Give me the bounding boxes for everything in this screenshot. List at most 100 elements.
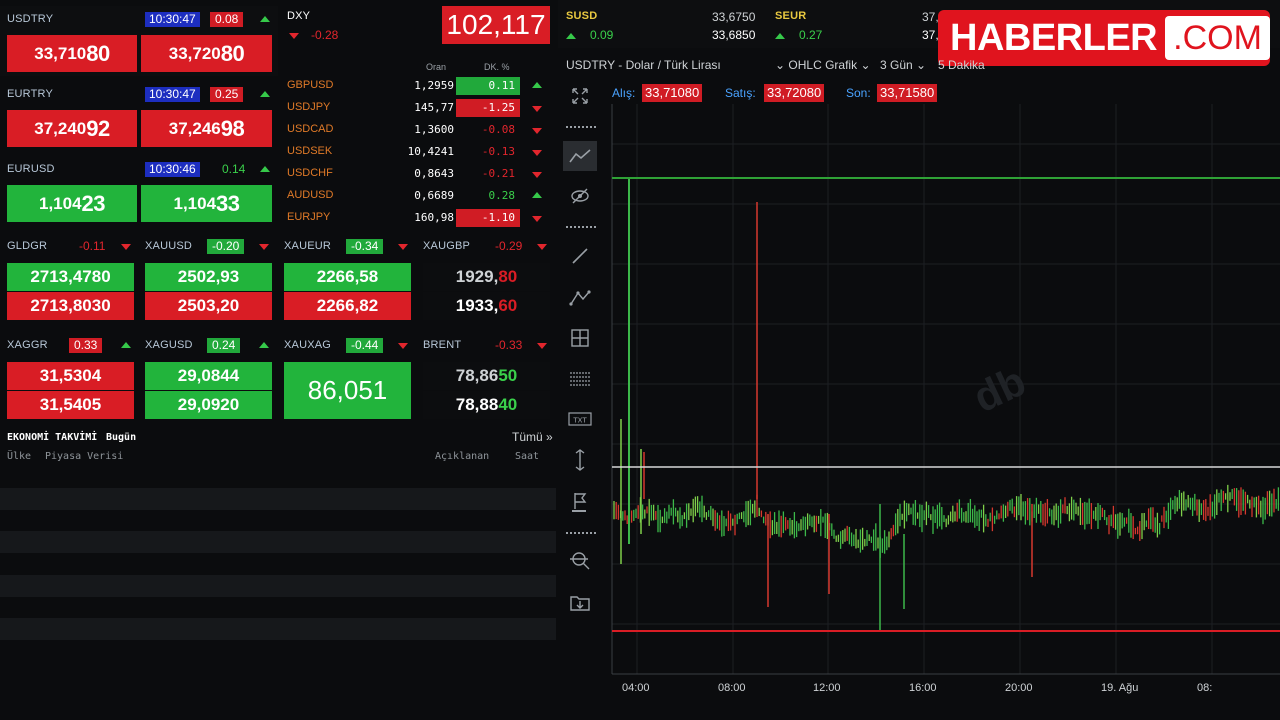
fx-pair-rate: 1,2959: [414, 79, 454, 92]
up-arrow-icon: [532, 192, 542, 198]
chevron-down-icon: ⌄: [860, 58, 871, 72]
metal-bid[interactable]: 2713,4780: [7, 263, 134, 291]
trend-line-icon[interactable]: [563, 141, 597, 171]
metal-bid-main: 1929,: [455, 267, 499, 286]
calendar-row[interactable]: [0, 488, 556, 510]
metal-bid[interactable]: 2502,93: [145, 263, 272, 291]
fx-pair-row[interactable]: USDJPY 145,77 -1.25: [282, 98, 552, 118]
susd-symbol[interactable]: SUSD: [566, 10, 597, 22]
calendar-col-time: Saat: [515, 451, 540, 462]
metal-ask[interactable]: 2266,82: [284, 292, 411, 320]
quote-satis-value: 33,72080: [764, 84, 825, 102]
dxy-symbol[interactable]: DXY: [287, 10, 310, 22]
dxy-change: -0.28: [311, 28, 339, 42]
metal-ask[interactable]: 2713,8030: [7, 292, 134, 320]
eurtry-ask[interactable]: 37,246 98: [141, 110, 272, 147]
x-tick-label: 08:00: [718, 682, 746, 694]
eurtry-bid[interactable]: 37,240 92: [7, 110, 137, 147]
calendar-row[interactable]: [0, 575, 556, 597]
eurtry-symbol[interactable]: EURTRY: [7, 88, 53, 100]
usdtry-chart[interactable]: db: [600, 104, 1280, 720]
metal-symbol[interactable]: XAUUSD: [145, 240, 192, 252]
metal-bid[interactable]: 78,86 50: [423, 362, 550, 390]
eurusd-ask-main: 1,104: [173, 193, 217, 213]
eurtry-ask-tail: 98: [220, 115, 245, 141]
metal-ask[interactable]: 2503,20: [145, 292, 272, 320]
usdtry-bid[interactable]: 33,710 80: [7, 35, 137, 72]
eurusd-ask[interactable]: 1,104 33: [141, 185, 272, 222]
quote-son-label: Son:: [846, 86, 871, 100]
brand-logo: HABERLER .COM: [938, 10, 1270, 66]
seur-ask: 37,: [922, 28, 939, 42]
down-arrow-icon: [532, 216, 542, 222]
fx-pair-name: USDCAD: [287, 123, 334, 135]
eurusd-bid[interactable]: 1,104 23: [7, 185, 137, 222]
text-tool-icon[interactable]: TXT: [566, 408, 594, 432]
fx-pair-row[interactable]: GBPUSD 1,2959 0.11: [282, 76, 552, 96]
toolbar-separator: [566, 226, 596, 228]
metal-bid-main: 78,86: [455, 366, 499, 385]
usdtry-symbol[interactable]: USDTRY: [7, 13, 53, 25]
metal-symbol[interactable]: XAUGBP: [423, 240, 470, 252]
fx-pair-row[interactable]: USDCHF 0,8643 -0.21: [282, 164, 552, 184]
svg-text:TXT: TXT: [572, 417, 587, 425]
eurusd-ask-tail: 33: [216, 190, 240, 216]
hide-eye-icon[interactable]: [566, 184, 594, 208]
flag-marker-icon[interactable]: [566, 490, 594, 514]
eurtry-bid-main: 37,240: [34, 118, 87, 138]
fx-pair-change: -0.08: [481, 123, 515, 136]
usdtry-ask[interactable]: 33,720 80: [141, 35, 272, 72]
fx-pair-row[interactable]: USDCAD 1,3600 -0.08: [282, 120, 552, 140]
metal-symbol[interactable]: GLDGR: [7, 240, 47, 252]
up-arrow-icon: [260, 166, 270, 172]
usdtry-time: 10:30:47: [145, 12, 200, 27]
dxy-value[interactable]: 102,117: [442, 6, 550, 44]
calendar-row[interactable]: [0, 618, 556, 640]
fx-pair-change: -0.21: [481, 167, 515, 180]
save-folder-icon[interactable]: [566, 590, 594, 614]
metal-ask[interactable]: 29,0920: [145, 391, 272, 419]
measure-tool-icon[interactable]: [566, 448, 594, 472]
fx-pair-row[interactable]: EURJPY 160,98 -1.10: [282, 208, 552, 228]
metal-symbol[interactable]: BRENT: [423, 339, 461, 351]
down-arrow-icon: [532, 150, 542, 156]
metal-bid[interactable]: 2266,58: [284, 263, 411, 291]
fx-pair-rate: 1,3600: [414, 123, 454, 136]
chart-range-select[interactable]: 3 Gün ⌄: [880, 58, 926, 72]
eurtry-ask-main: 37,246: [168, 118, 221, 138]
chart-interval-select[interactable]: 5 Dakika: [938, 58, 985, 72]
metal-value[interactable]: 86,051: [284, 362, 411, 419]
metal-bid[interactable]: 1929, 80: [423, 263, 550, 291]
calendar-all-link[interactable]: Tümü »: [512, 430, 553, 444]
metal-bid[interactable]: 29,0844: [145, 362, 272, 390]
metal-ask[interactable]: 78,88 40: [423, 391, 550, 419]
calendar-row[interactable]: [0, 531, 556, 553]
up-arrow-icon: [566, 33, 576, 39]
susd-ask: 33,6850: [712, 28, 756, 42]
metal-ask[interactable]: 31,5405: [7, 391, 134, 419]
fullscreen-icon[interactable]: [566, 84, 594, 108]
fibonacci-tool-icon[interactable]: [566, 368, 594, 392]
metal-bid[interactable]: 31,5304: [7, 362, 134, 390]
susd-change: 0.09: [590, 28, 614, 42]
chart-type-select[interactable]: ⌄ OHLC Grafik ⌄: [775, 58, 871, 72]
metal-symbol[interactable]: XAGUSD: [145, 339, 193, 351]
down-arrow-icon: [532, 128, 542, 134]
line-tool-icon[interactable]: [566, 244, 594, 268]
eurusd-symbol[interactable]: EURUSD: [7, 163, 55, 175]
fx-pair-row[interactable]: AUDUSD 0,6689 0.28: [282, 186, 552, 206]
calendar-col-data: Piyasa Verisi: [45, 451, 124, 462]
metal-symbol[interactable]: XAUXAG: [284, 339, 331, 351]
metal-symbol[interactable]: XAUEUR: [284, 240, 331, 252]
calendar-today[interactable]: Bugün: [106, 432, 136, 443]
metal-symbol[interactable]: XAGGR: [7, 339, 48, 351]
crosshair-tool-icon[interactable]: [566, 326, 594, 350]
calendar-col-announced: Açıklanan: [435, 451, 490, 462]
pattern-tool-icon[interactable]: [566, 286, 594, 310]
quote-son-value: 33,71580: [877, 84, 938, 102]
fx-pair-row[interactable]: USDSEK 10,4241 -0.13: [282, 142, 552, 162]
zoom-tool-icon[interactable]: [566, 548, 594, 572]
metal-ask[interactable]: 1933, 60: [423, 292, 550, 320]
seur-symbol[interactable]: SEUR: [775, 10, 806, 22]
usdtry-ask-tail: 80: [220, 40, 245, 66]
